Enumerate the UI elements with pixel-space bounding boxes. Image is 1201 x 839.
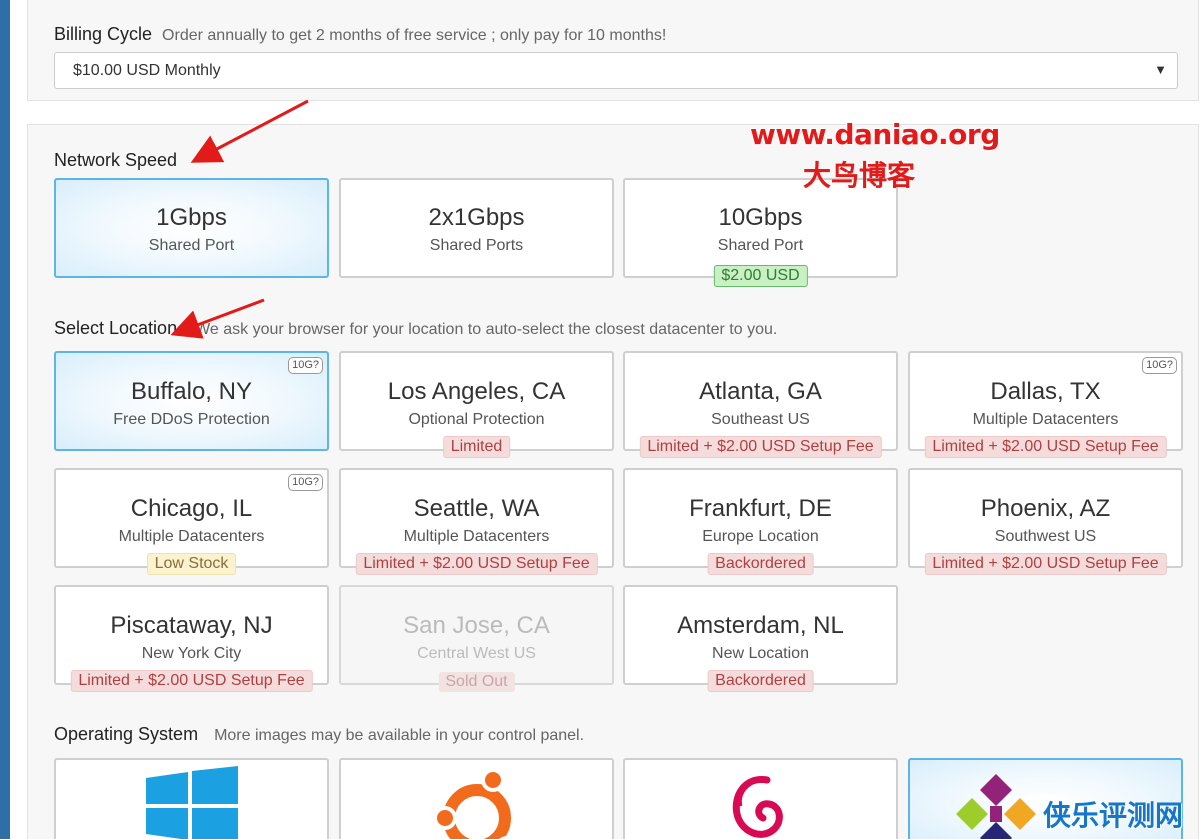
billing-cycle-select[interactable]: $10.00 USD Monthly ▼ (54, 52, 1178, 89)
debian-logo-icon (732, 776, 783, 838)
location-desc: New York City (141, 645, 242, 662)
availability-badge: Backordered (707, 553, 814, 575)
location-desc: Free DDoS Protection (113, 411, 270, 428)
os-option-ubuntu[interactable] (339, 758, 614, 839)
operating-system-hint: More images may be available in your con… (214, 727, 585, 744)
location-name: Dallas, TX (990, 378, 1101, 405)
option-name: 10Gbps (718, 204, 803, 231)
location-name: San Jose, CA (403, 612, 550, 639)
option-desc: Shared Port (148, 237, 235, 254)
option-name: 2x1Gbps (428, 204, 525, 231)
location-name: Los Angeles, CA (387, 378, 566, 405)
availability-badge: Limited + $2.00 USD Setup Fee (355, 553, 598, 575)
price-badge: $2.00 USD (713, 265, 808, 287)
location-frankfurt-de[interactable]: Frankfurt, DE Europe Location Backordere… (623, 468, 898, 575)
billing-cycle-selected-value: $10.00 USD Monthly (73, 62, 221, 79)
location-name: Chicago, IL (130, 495, 253, 522)
ubuntu-logo-icon (432, 768, 515, 839)
billing-cycle-hint: Order annually to get 2 months of free s… (162, 27, 667, 44)
option-name: 1Gbps (156, 204, 227, 231)
os-option-debian[interactable] (623, 758, 898, 839)
availability-badge: Limited + $2.00 USD Setup Fee (70, 670, 313, 692)
select-location-title: Select Location (54, 318, 178, 338)
option-desc: Shared Ports (429, 237, 524, 254)
location-name: Atlanta, GA (699, 378, 822, 405)
network-option-1gbps[interactable]: 1Gbps Shared Port (54, 178, 329, 278)
location-name: Buffalo, NY (131, 378, 252, 405)
caret-down-icon: ▼ (1154, 62, 1167, 77)
select-location-hint: We ask your browser for your location to… (195, 321, 778, 338)
watermark-blog: 大鸟博客 (803, 159, 916, 192)
availability-badge: Limited + $2.00 USD Setup Fee (924, 436, 1167, 458)
watermark-site: www.daniao.org (750, 118, 1000, 151)
location-piscataway-nj[interactable]: Piscataway, NJ New York City Limited + $… (54, 585, 329, 692)
location-desc: Multiple Datacenters (118, 528, 265, 545)
location-desc: New Location (712, 645, 809, 662)
location-name: Amsterdam, NL (677, 612, 844, 639)
availability-badge: Limited + $2.00 USD Setup Fee (924, 553, 1167, 575)
location-dallas-tx[interactable]: 10G? Dallas, TX Multiple Datacenters Lim… (908, 351, 1183, 458)
operating-system-heading: Operating System More images may be avail… (54, 724, 584, 745)
location-chicago-il[interactable]: 10G? Chicago, IL Multiple Datacenters Lo… (54, 468, 329, 575)
location-atlanta-ga[interactable]: Atlanta, GA Southeast US Limited + $2.00… (623, 351, 898, 458)
location-san-jose-ca: San Jose, CA Central West US Sold Out (339, 585, 614, 692)
operating-system-title: Operating System (54, 724, 199, 744)
10g-tag: 10G? (288, 474, 323, 491)
10g-tag: 10G? (1142, 357, 1177, 374)
location-name: Frankfurt, DE (689, 495, 832, 522)
location-name: Piscataway, NJ (110, 612, 273, 639)
availability-badge: Limited + $2.00 USD Setup Fee (639, 436, 882, 458)
select-location-heading: Select Location We ask your browser for y… (54, 318, 777, 339)
network-option-2x1gbps[interactable]: 2x1Gbps Shared Ports (339, 178, 614, 278)
location-amsterdam-nl[interactable]: Amsterdam, NL New Location Backordered (623, 585, 898, 692)
location-name: Seattle, WA (413, 495, 540, 522)
option-desc: Shared Port (717, 237, 804, 254)
location-buffalo-ny[interactable]: 10G? Buffalo, NY Free DDoS Protection (54, 351, 329, 451)
location-desc: Optional Protection (408, 411, 545, 428)
location-desc: Central West US (417, 645, 536, 662)
location-name: Phoenix, AZ (980, 495, 1111, 522)
availability-badge: Sold Out (438, 672, 515, 692)
location-desc: Southwest US (994, 528, 1097, 545)
centos-logo-icon (955, 774, 1036, 839)
location-phoenix-az[interactable]: Phoenix, AZ Southwest US Limited + $2.00… (908, 468, 1183, 575)
availability-badge: Low Stock (146, 553, 237, 575)
10g-tag: 10G? (288, 357, 323, 374)
location-desc: Southeast US (711, 411, 810, 428)
availability-badge: Limited (442, 436, 511, 458)
location-desc: Europe Location (702, 528, 819, 545)
network-speed-title: Network Speed (54, 150, 178, 170)
location-desc: Multiple Datacenters (403, 528, 550, 545)
location-desc: Multiple Datacenters (972, 411, 1119, 428)
billing-cycle-heading: Billing Cycle Order annually to get 2 mon… (54, 24, 666, 45)
billing-cycle-title: Billing Cycle (54, 24, 153, 44)
left-accent-bar (0, 0, 10, 839)
os-option-windows[interactable] (54, 758, 329, 839)
network-speed-heading: Network Speed (54, 150, 177, 171)
location-seattle-wa[interactable]: Seattle, WA Multiple Datacenters Limited… (339, 468, 614, 575)
availability-badge: Backordered (707, 670, 814, 692)
windows-logo-icon (145, 766, 238, 839)
location-los-angeles-ca[interactable]: Los Angeles, CA Optional Protection Limi… (339, 351, 614, 458)
watermark-corner: 侠乐评测网 (1043, 799, 1184, 832)
